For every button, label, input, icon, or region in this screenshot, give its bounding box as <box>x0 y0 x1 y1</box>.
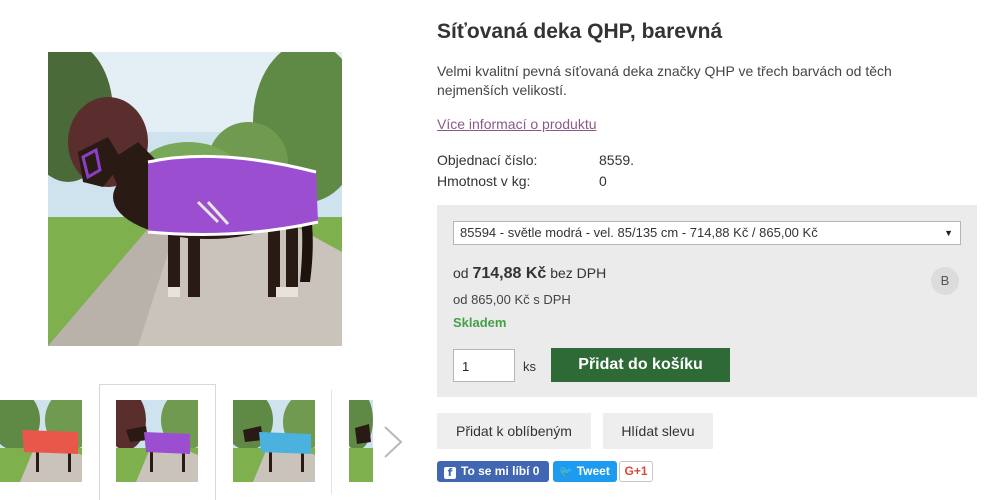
spec-value: 0 <box>599 173 607 189</box>
add-to-cart-button[interactable]: Přidat do košíku <box>551 348 730 382</box>
thumbnail-partial[interactable] <box>349 400 373 482</box>
quantity-input[interactable]: 1 <box>453 349 515 382</box>
thumbnail-purple-rug[interactable] <box>116 400 198 482</box>
tweet-button[interactable]: 🐦 Tweet <box>553 461 617 482</box>
product-description: Velmi kvalitní pevná síťovaná deka značk… <box>437 63 892 98</box>
add-to-favorites-button[interactable]: Přidat k oblíbeným <box>437 413 591 449</box>
variant-select[interactable]: 85594 - světle modrá - vel. 85/135 cm - … <box>453 221 961 245</box>
facebook-like-label: To se mi líbí 0 <box>461 464 540 478</box>
tweet-label: Tweet <box>576 464 610 478</box>
chevron-right-icon[interactable] <box>380 424 406 460</box>
product-main-image[interactable] <box>48 52 342 346</box>
twitter-bird-icon: 🐦 <box>559 465 573 478</box>
price-suffix: bez DPH <box>550 265 607 281</box>
google-plus-button[interactable]: G+1 <box>619 461 653 482</box>
spec-label: Hmotnost v kg: <box>437 173 531 189</box>
variant-selected-value: 85594 - světle modrá - vel. 85/135 cm - … <box>460 225 818 240</box>
thumbnail-red-rug[interactable] <box>0 400 82 482</box>
spec-value: 8559. <box>599 152 635 168</box>
watch-price-button[interactable]: Hlídat slevu <box>603 413 713 449</box>
b-badge: B <box>931 267 959 295</box>
price-inc-vat: od 865,00 Kč s DPH <box>453 292 571 307</box>
price-prefix: od <box>453 265 469 281</box>
product-title: Síťovaná deka QHP, barevná <box>437 20 723 43</box>
quantity-unit: ks <box>523 359 536 374</box>
more-info-link[interactable]: Více informací o produktu <box>437 116 597 132</box>
purchase-box: 85594 - světle modrá - vel. 85/135 cm - … <box>437 205 977 397</box>
price-ex-vat: od 714,88 Kč bez DPH <box>453 265 606 283</box>
stock-status: Skladem <box>453 315 507 330</box>
spec-label: Objednací číslo: <box>437 152 538 168</box>
facebook-like-button[interactable]: f To se mi líbí 0 <box>437 461 549 482</box>
thumbnail-strip <box>0 384 410 500</box>
price-value: 714,88 Kč <box>472 265 547 282</box>
thumbnail-blue-rug[interactable] <box>233 400 315 482</box>
facebook-icon: f <box>444 467 456 479</box>
dropdown-arrow-icon: ▼ <box>944 228 953 238</box>
thumbnail-divider <box>331 390 332 494</box>
